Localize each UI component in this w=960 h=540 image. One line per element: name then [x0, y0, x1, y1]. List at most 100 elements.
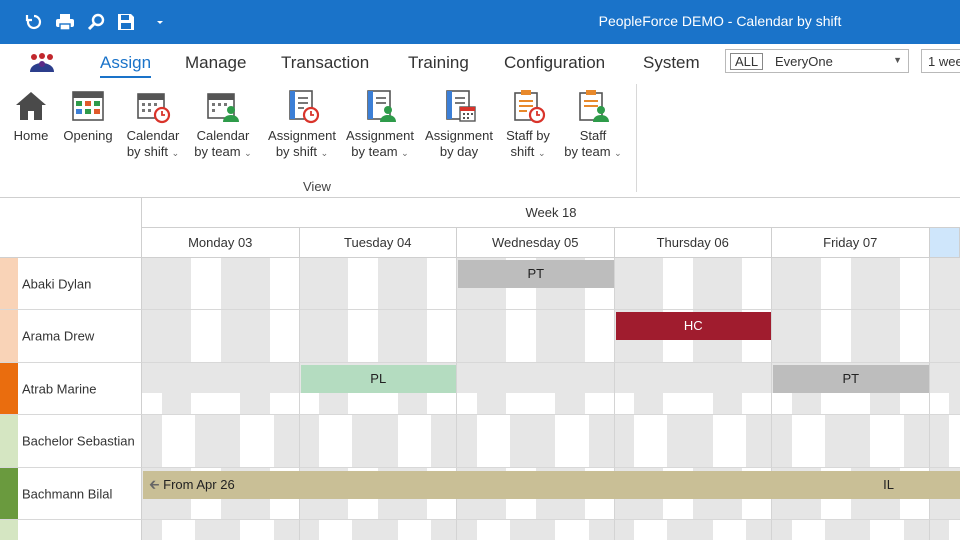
tab-manage[interactable]: Manage	[185, 53, 246, 73]
day-header[interactable]: Thursday 06	[614, 228, 772, 258]
schedule-cell[interactable]	[772, 415, 851, 468]
schedule-cell[interactable]	[929, 363, 960, 415]
tab-training[interactable]: Training	[408, 53, 469, 73]
schedule-cell[interactable]	[772, 258, 851, 310]
schedule-cell[interactable]	[535, 415, 615, 468]
employee-row-header[interactable]	[0, 520, 142, 540]
tab-system[interactable]: System	[643, 53, 700, 73]
assignment-by-team-button[interactable]: Assignment by team ⌄	[343, 88, 417, 178]
day-header-next[interactable]	[929, 228, 960, 258]
schedule-cell[interactable]	[299, 310, 379, 363]
window-title: PeopleForce DEMO - Calendar by shift	[598, 13, 842, 29]
schedule-cell[interactable]	[693, 415, 772, 468]
schedule-cell[interactable]	[220, 415, 300, 468]
staff-by-team-button[interactable]: Staff by team ⌄	[560, 88, 626, 178]
shift-bar[interactable]: IL 🡰 From Apr 26	[143, 471, 960, 499]
schedule-cell[interactable]	[142, 520, 221, 540]
employee-row-header[interactable]: Bachelor Sebastian	[0, 415, 142, 468]
day-header[interactable]: Monday 03	[142, 228, 300, 258]
schedule-cell[interactable]	[220, 258, 300, 310]
calendar-by-team-button[interactable]: Calendar by team ⌄	[190, 88, 256, 178]
schedule-cell[interactable]	[850, 258, 930, 310]
shift-label: IL	[883, 477, 894, 492]
schedule-cell[interactable]	[378, 310, 457, 363]
schedule-cell[interactable]	[772, 310, 851, 363]
schedule-cell[interactable]	[929, 310, 960, 363]
schedule-cell[interactable]	[614, 415, 694, 468]
shift-label: PT	[527, 266, 545, 281]
schedule-cell[interactable]	[457, 310, 536, 363]
calendar-clock-icon	[137, 93, 171, 124]
schedule-cell[interactable]	[693, 363, 772, 415]
schedule-cell[interactable]	[457, 520, 536, 540]
day-header[interactable]: Tuesday 04	[299, 228, 457, 258]
schedule-cell[interactable]	[693, 258, 772, 310]
schedule-cell[interactable]	[378, 415, 457, 468]
schedule-cell[interactable]	[614, 258, 694, 310]
open-slot	[742, 393, 772, 414]
period-dropdown[interactable]: 1 week	[921, 49, 960, 73]
scope-dropdown[interactable]: ALL EveryOne ▼	[725, 49, 909, 73]
schedule-cell[interactable]	[772, 520, 851, 540]
employee-row-header[interactable]: Bachmann Bilal	[0, 468, 142, 520]
schedule-cell[interactable]	[457, 415, 536, 468]
schedule-cell[interactable]	[378, 520, 457, 540]
schedule-cell[interactable]	[378, 258, 457, 310]
open-slot	[476, 520, 510, 540]
schedule-cell[interactable]	[142, 258, 221, 310]
tab-configuration[interactable]: Configuration	[504, 53, 605, 73]
opening-button[interactable]: Opening	[60, 88, 116, 178]
schedule-cell[interactable]	[850, 520, 930, 540]
title-bar: PeopleForce DEMO - Calendar by shift	[0, 0, 960, 44]
search-icon[interactable]	[84, 10, 108, 34]
open-slot	[378, 393, 398, 414]
schedule-cell[interactable]	[220, 520, 300, 540]
assignment-by-shift-button[interactable]: Assignment by shift ⌄	[264, 88, 340, 178]
schedule-cell[interactable]	[299, 415, 379, 468]
schedule-cell[interactable]	[220, 310, 300, 363]
schedule-cell[interactable]	[142, 363, 221, 415]
shift-bar[interactable]: PL	[300, 365, 456, 393]
schedule-cell[interactable]	[850, 415, 930, 468]
tab-assign[interactable]: Assign	[100, 53, 152, 78]
open-slot	[584, 310, 614, 362]
schedule-cell[interactable]	[142, 310, 221, 363]
home-button[interactable]: Home	[10, 88, 52, 178]
staff-by-shift-button[interactable]: Staff by shift ⌄	[500, 88, 556, 178]
schedule-cell[interactable]	[220, 363, 300, 415]
schedule-cell[interactable]	[693, 520, 772, 540]
calendar-by-shift-button[interactable]: Calendar by shift ⌄	[122, 88, 184, 178]
schedule-cell[interactable]	[929, 415, 960, 468]
schedule-cell[interactable]	[850, 310, 930, 363]
employee-row-header[interactable]: Abaki Dylan	[0, 258, 142, 310]
schedule-cell[interactable]	[457, 363, 536, 415]
print-icon[interactable]	[53, 10, 77, 34]
schedule-cell[interactable]	[299, 258, 379, 310]
tab-transaction[interactable]: Transaction	[281, 53, 369, 73]
schedule-cell[interactable]	[535, 363, 615, 415]
schedule-cell[interactable]	[929, 520, 960, 540]
shift-bar[interactable]: HC	[615, 312, 771, 340]
open-slot	[190, 393, 221, 414]
schedule-cell[interactable]	[535, 520, 615, 540]
schedule-cell[interactable]	[929, 258, 960, 310]
shift-label: PT	[842, 371, 860, 386]
shift-bar[interactable]: PT	[458, 260, 614, 288]
employee-row-header[interactable]: Arama Drew	[0, 310, 142, 363]
open-slot	[319, 520, 353, 540]
assignment-by-day-button[interactable]: Assignment by day	[422, 88, 496, 178]
schedule-cell[interactable]	[614, 520, 694, 540]
schedule-cell[interactable]	[535, 310, 615, 363]
open-slot	[427, 258, 457, 309]
save-icon[interactable]	[114, 10, 138, 34]
day-header[interactable]: Friday 07	[772, 228, 930, 258]
schedule-cell[interactable]	[299, 520, 379, 540]
shift-bar[interactable]: PT	[773, 365, 929, 393]
chevron-down-icon: ▼	[893, 55, 902, 65]
dropdown-icon[interactable]	[148, 10, 172, 34]
day-header[interactable]: Wednesday 05	[457, 228, 615, 258]
schedule-cell[interactable]	[614, 363, 694, 415]
employee-row-header[interactable]: Atrab Marine	[0, 363, 142, 415]
schedule-cell[interactable]	[142, 415, 221, 468]
refresh-icon[interactable]	[22, 10, 46, 34]
